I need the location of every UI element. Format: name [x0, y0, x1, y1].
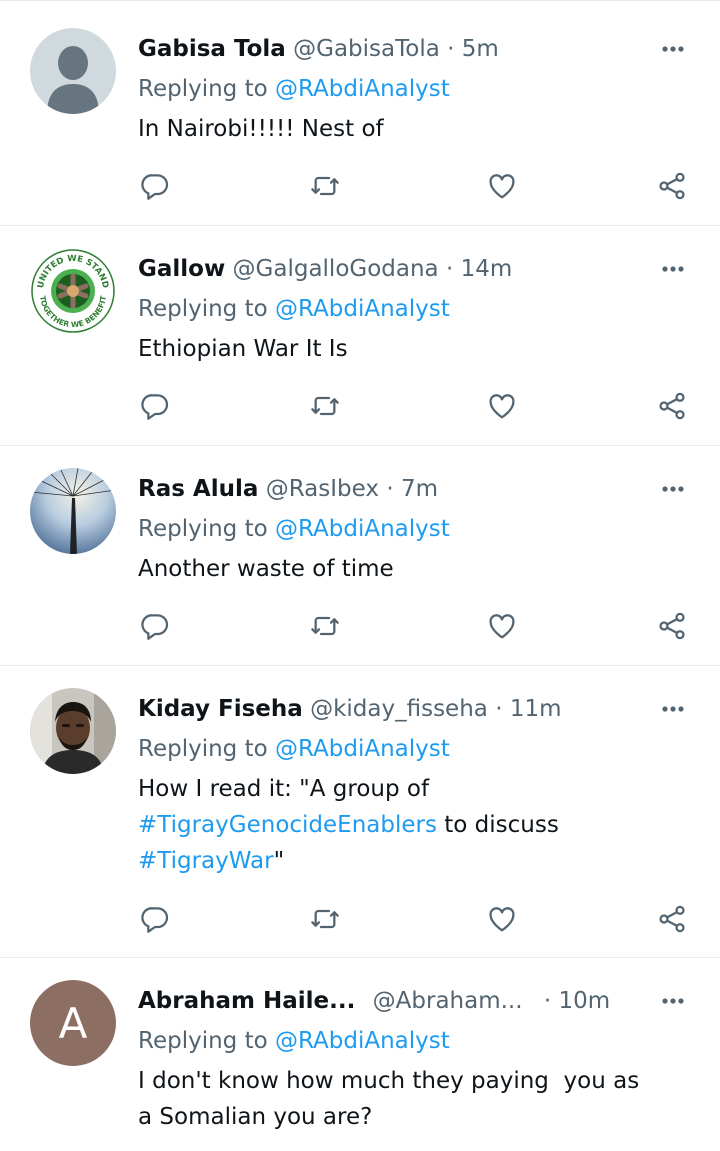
avatar-initial: A — [30, 980, 116, 1066]
separator-dot: · — [447, 36, 455, 62]
replying-to: Replying to @RAbdiAnalyst — [138, 291, 450, 327]
tweet-text-segment: Ethiopian War It Is — [138, 336, 348, 362]
user-handle[interactable]: @GabisaTola — [293, 36, 440, 62]
tweet-text: In Nairobi!!!!! Nest of — [138, 111, 690, 147]
avatar[interactable] — [30, 28, 116, 114]
tweet[interactable]: Kiday Fiseha @kiday_fisseha · 11m Replyi… — [0, 666, 720, 958]
mention-link[interactable]: @RAbdiAnalyst — [275, 76, 450, 102]
like-heart-icon[interactable] — [482, 386, 522, 426]
replying-to: Replying to @RAbdiAnalyst — [138, 511, 450, 547]
timestamp[interactable]: 5m — [462, 36, 499, 62]
replying-prefix: Replying to — [138, 76, 275, 102]
avatar[interactable] — [30, 468, 116, 554]
more-options-icon[interactable] — [656, 471, 690, 507]
retweet-icon[interactable] — [305, 899, 345, 939]
user-handle[interactable]: @GalgalloGodana — [233, 256, 439, 282]
tweet-text-segment: to discuss — [444, 812, 559, 838]
mention-link[interactable]: @RAbdiAnalyst — [275, 516, 450, 542]
timestamp[interactable]: 14m — [461, 256, 513, 282]
separator-dot: · — [386, 476, 394, 502]
tweet[interactable]: Gabisa Tola @GabisaTola · 5m Replying to… — [0, 1, 720, 226]
tweet-text: Ethiopian War It Is — [138, 331, 690, 367]
reply-icon[interactable] — [135, 899, 175, 939]
more-options-icon[interactable] — [656, 251, 690, 287]
tweet-header: Gallow @GalgalloGodana · 14m — [138, 251, 690, 287]
separator-dot: · — [543, 988, 552, 1014]
tweet[interactable]: Ras Alula @RasIbex · 7m Replying to @RAb… — [0, 446, 720, 666]
avatar[interactable]: UNITED WE STAND TOGETHER WE BENEFIT — [30, 248, 116, 334]
timestamp[interactable]: 10m — [559, 988, 611, 1014]
tweet-text-segment: How I read it: "A group of — [138, 776, 430, 802]
tweet-header: Ras Alula @RasIbex · 7m — [138, 471, 690, 507]
reply-icon[interactable] — [135, 166, 175, 206]
retweet-icon[interactable] — [305, 606, 345, 646]
replying-prefix: Replying to — [138, 1028, 275, 1054]
mention-link[interactable]: @RAbdiAnalyst — [275, 736, 450, 762]
retweet-icon[interactable] — [305, 386, 345, 426]
timestamp[interactable]: 11m — [510, 696, 562, 722]
reply-feed: Gabisa Tola @GabisaTola · 5m Replying to… — [0, 0, 720, 1150]
tweet-actions — [138, 606, 690, 646]
tweet-text-segment: I don't know how much they paying you as… — [138, 1068, 640, 1130]
share-icon[interactable] — [652, 899, 692, 939]
tweet-actions — [138, 899, 690, 939]
display-name[interactable]: Kiday Fiseha — [138, 696, 303, 722]
tweet[interactable]: UNITED WE STAND TOGETHER WE BENEFIT Gall… — [0, 226, 720, 446]
user-handle[interactable]: @Abraham... — [373, 988, 523, 1014]
replying-to: Replying to @RAbdiAnalyst — [138, 1023, 450, 1059]
more-options-icon[interactable] — [656, 691, 690, 727]
like-heart-icon[interactable] — [482, 606, 522, 646]
tweet-header: Abraham Haile... @Abraham... · 10m — [138, 983, 690, 1019]
tweet-text: Another waste of time — [138, 551, 690, 587]
tweet-text: I don't know how much they paying you as… — [138, 1063, 690, 1135]
avatar[interactable] — [30, 688, 116, 774]
tweet-text-segment: Another waste of time — [138, 556, 394, 582]
tweet-actions — [138, 386, 690, 426]
reply-icon[interactable] — [135, 606, 175, 646]
user-handle[interactable]: @kiday_fisseha — [310, 696, 488, 722]
tweet-header: Gabisa Tola @GabisaTola · 5m — [138, 31, 690, 67]
replying-to: Replying to @RAbdiAnalyst — [138, 71, 450, 107]
share-icon[interactable] — [652, 386, 692, 426]
separator-dot: · — [445, 256, 454, 282]
more-options-icon[interactable] — [656, 31, 690, 67]
replying-prefix: Replying to — [138, 516, 275, 542]
reply-icon[interactable] — [135, 386, 175, 426]
more-options-icon[interactable] — [656, 983, 690, 1019]
tweet-header: Kiday Fiseha @kiday_fisseha · 11m — [138, 691, 690, 727]
like-heart-icon[interactable] — [482, 166, 522, 206]
avatar[interactable]: A — [30, 980, 116, 1066]
separator-dot: · — [495, 696, 503, 722]
tweet-actions — [138, 166, 690, 206]
hashtag-link[interactable]: #TigrayWar — [138, 848, 274, 874]
timestamp[interactable]: 7m — [401, 476, 438, 502]
display-name[interactable]: Gabisa Tola — [138, 36, 286, 62]
replying-to: Replying to @RAbdiAnalyst — [138, 731, 450, 767]
tweet-text: How I read it: "A group of #TigrayGenoci… — [138, 771, 690, 879]
replying-prefix: Replying to — [138, 736, 275, 762]
share-icon[interactable] — [652, 606, 692, 646]
mention-link[interactable]: @RAbdiAnalyst — [275, 1028, 450, 1054]
tweet-text-segment: In Nairobi!!!!! Nest of — [138, 116, 384, 142]
share-icon[interactable] — [652, 166, 692, 206]
retweet-icon[interactable] — [305, 166, 345, 206]
display-name[interactable]: Abraham Haile... — [138, 988, 355, 1014]
tweet-text-segment: " — [273, 848, 285, 874]
user-handle[interactable]: @RasIbex — [266, 476, 379, 502]
display-name[interactable]: Ras Alula — [138, 476, 258, 502]
replying-prefix: Replying to — [138, 296, 275, 322]
like-heart-icon[interactable] — [482, 899, 522, 939]
mention-link[interactable]: @RAbdiAnalyst — [275, 296, 450, 322]
hashtag-link[interactable]: #TigrayGenocideEnablers — [138, 812, 437, 838]
tweet[interactable]: A Abraham Haile... @Abraham... · 10m Rep… — [0, 958, 720, 1150]
display-name[interactable]: Gallow — [138, 256, 225, 282]
